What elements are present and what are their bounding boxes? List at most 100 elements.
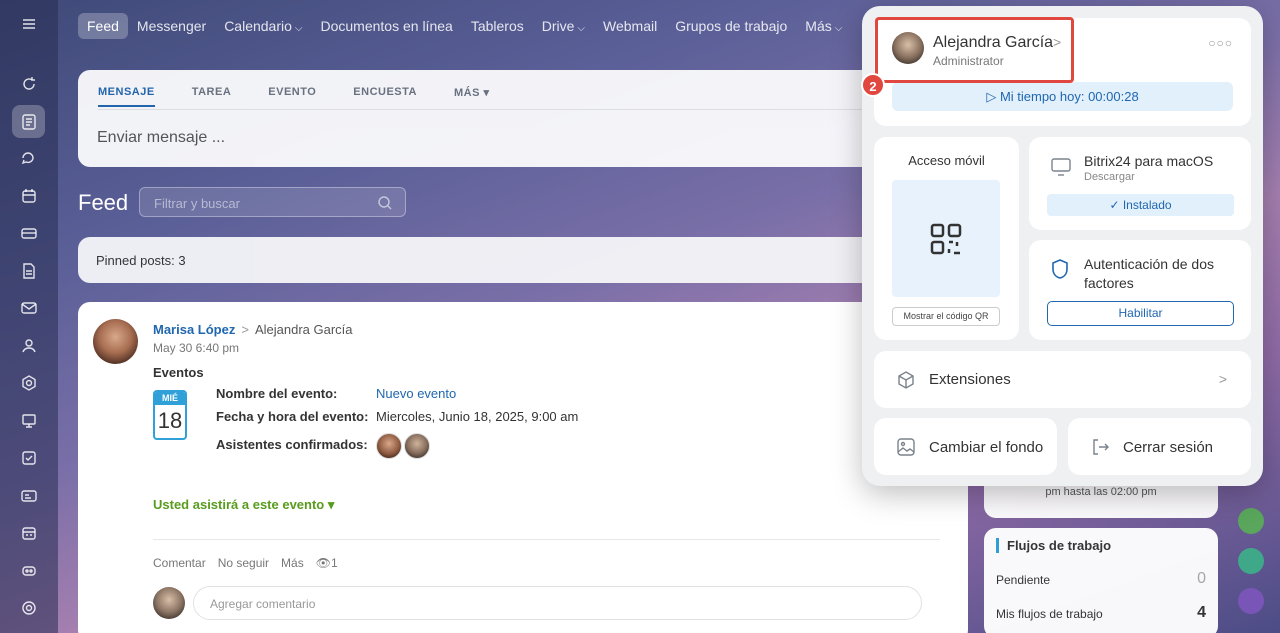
- chevron-down-icon: ⌵: [294, 22, 303, 34]
- recipient[interactable]: Alejandra García: [255, 322, 353, 337]
- check-icon: ✓: [1109, 198, 1120, 212]
- pinned-label: Pinned posts: 3: [96, 253, 186, 268]
- more-link[interactable]: Más: [281, 556, 304, 570]
- qr-icon: [892, 180, 1000, 297]
- chevron-down-icon: ▾: [327, 497, 335, 512]
- monitor-icon: [1050, 157, 1072, 182]
- work-time-button[interactable]: ▷ Mi tiempo hoy: 00:00:28: [892, 82, 1233, 111]
- drive-icon[interactable]: [12, 216, 45, 249]
- chevron-right-icon: >: [1218, 371, 1227, 387]
- pending-row[interactable]: Pendiente 0: [996, 570, 1206, 587]
- video-call-icon[interactable]: [1238, 548, 1264, 574]
- search-input[interactable]: Filtrar y buscar: [139, 187, 406, 217]
- extensions-row[interactable]: Extensiones >: [874, 351, 1251, 408]
- page-title: Feed: [78, 190, 129, 215]
- post-composer: MENSAJE TAREA EVENTO ENCUESTA MÁS ▾ Envi…: [78, 70, 878, 167]
- nav-calendario[interactable]: Calendario ⌵: [215, 13, 311, 39]
- nav-mas[interactable]: Más ⌵: [796, 13, 851, 39]
- play-icon: ▷: [986, 89, 997, 104]
- nav-webmail[interactable]: Webmail: [594, 13, 666, 39]
- my-workflows-row[interactable]: Mis flujos de trabajo 4: [996, 604, 1206, 621]
- menu-icon[interactable]: [12, 7, 45, 40]
- nav-tableros[interactable]: Tableros: [462, 13, 533, 39]
- calendar-icon[interactable]: [12, 179, 45, 212]
- schedule-icon[interactable]: [12, 516, 45, 549]
- chevron-down-icon: ⌵: [834, 22, 843, 34]
- two-factor-card: Autenticación de dos factores Habilitar: [1029, 240, 1251, 340]
- mail-icon[interactable]: [12, 291, 45, 324]
- nav-grupos[interactable]: Grupos de trabajo: [666, 13, 796, 39]
- views-counter: 👁1: [315, 556, 338, 570]
- chat-icon[interactable]: [12, 142, 45, 175]
- highlight-box: [875, 17, 1074, 83]
- enable-2fa-button[interactable]: Habilitar: [1047, 301, 1234, 326]
- event-datetime-row: Fecha y hora del evento: Miercoles, Junio…: [216, 409, 579, 424]
- chevron-down-icon: ⌵: [577, 22, 585, 34]
- top-navigation: Feed Messenger Calendario ⌵ Documentos en…: [78, 12, 851, 39]
- chevron-right-icon: >: [241, 322, 249, 337]
- logout-icon: [1090, 437, 1110, 462]
- search-icon: [377, 195, 393, 216]
- post-date[interactable]: May 30 6:40 pm: [153, 341, 239, 355]
- nav-documentos[interactable]: Documentos en línea: [312, 13, 462, 39]
- copilot-icon[interactable]: [1238, 588, 1264, 614]
- mobile-access-card: Acceso móvil Mostrar el código QR: [874, 137, 1019, 340]
- post-type: Eventos: [153, 365, 204, 380]
- shield-icon: [1050, 258, 1070, 285]
- comment-link[interactable]: Comentar: [153, 556, 206, 570]
- divider: [98, 109, 878, 110]
- event-name-link[interactable]: Nuevo evento: [376, 386, 456, 401]
- workflows-widget: Flujos de trabajo Pendiente 0 Mis flujos …: [984, 528, 1218, 633]
- step-badge: 2: [861, 73, 885, 97]
- id-card-icon[interactable]: [12, 479, 45, 512]
- calendar-date-icon: MIÉ 18: [153, 390, 187, 440]
- tab-encuesta[interactable]: ENCUESTA: [353, 86, 417, 107]
- event-name-row: Nombre del evento: Nuevo evento: [216, 386, 457, 401]
- app-shortcut-icon[interactable]: [1238, 508, 1264, 534]
- installed-status: ✓ Instalado: [1047, 194, 1234, 216]
- tab-evento[interactable]: EVENTO: [268, 86, 316, 107]
- package-icon: [896, 370, 916, 395]
- eye-icon: 👁: [315, 556, 331, 570]
- attend-status-dropdown[interactable]: Usted asistirá a este evento ▾: [153, 497, 334, 513]
- divider: [153, 539, 940, 540]
- image-icon: [896, 437, 916, 462]
- show-qr-button[interactable]: Mostrar el código QR: [892, 307, 1000, 326]
- avatar[interactable]: [93, 319, 138, 364]
- message-input[interactable]: Enviar mensaje ...: [97, 129, 225, 147]
- post-actions: Comentar No seguir Más 👁1: [153, 556, 338, 570]
- avatar[interactable]: [404, 433, 430, 459]
- tab-mas[interactable]: MÁS ▾: [454, 86, 490, 107]
- macos-app-card: Bitrix24 para macOS Descargar ✓ Instalad…: [1029, 137, 1251, 230]
- board-icon[interactable]: [12, 404, 45, 437]
- avatar[interactable]: [376, 433, 402, 459]
- left-rail: [0, 0, 58, 633]
- robot-icon[interactable]: [12, 553, 45, 586]
- feed-icon[interactable]: [12, 105, 45, 138]
- download-link[interactable]: Descargar: [1084, 171, 1135, 183]
- users-icon[interactable]: [12, 329, 45, 362]
- nav-messenger[interactable]: Messenger: [128, 13, 215, 39]
- nav-drive[interactable]: Drive ⌵: [533, 13, 594, 39]
- hexagon-icon[interactable]: [12, 366, 45, 399]
- pinned-posts[interactable]: Pinned posts: 3: [78, 237, 878, 283]
- search-placeholder: Filtrar y buscar: [154, 196, 240, 211]
- post-author-line: Marisa López > Alejandra García: [153, 322, 353, 337]
- feed-post: Marisa López > Alejandra García May 30 6:4…: [78, 302, 968, 633]
- unfollow-link[interactable]: No seguir: [218, 556, 269, 570]
- author-link[interactable]: Marisa López: [153, 322, 235, 337]
- composer-tabs: MENSAJE TAREA EVENTO ENCUESTA MÁS ▾: [98, 86, 490, 107]
- document-icon[interactable]: [12, 254, 45, 287]
- logout-button[interactable]: Cerrar sesión: [1068, 418, 1251, 475]
- refresh-icon[interactable]: [12, 67, 45, 100]
- comment-input[interactable]: Agregar comentario: [193, 586, 922, 620]
- tasks-icon[interactable]: [12, 441, 45, 474]
- attendees-row: Asistentes confirmados:: [216, 433, 432, 459]
- change-background-button[interactable]: Cambiar el fondo: [874, 418, 1057, 475]
- settings-icon[interactable]: [12, 591, 45, 624]
- tab-tarea[interactable]: TAREA: [192, 86, 232, 107]
- widget-title[interactable]: Flujos de trabajo: [996, 538, 1111, 553]
- more-options-icon[interactable]: ○○○: [1208, 36, 1233, 50]
- tab-mensaje[interactable]: MENSAJE: [98, 86, 155, 107]
- nav-feed[interactable]: Feed: [78, 12, 128, 39]
